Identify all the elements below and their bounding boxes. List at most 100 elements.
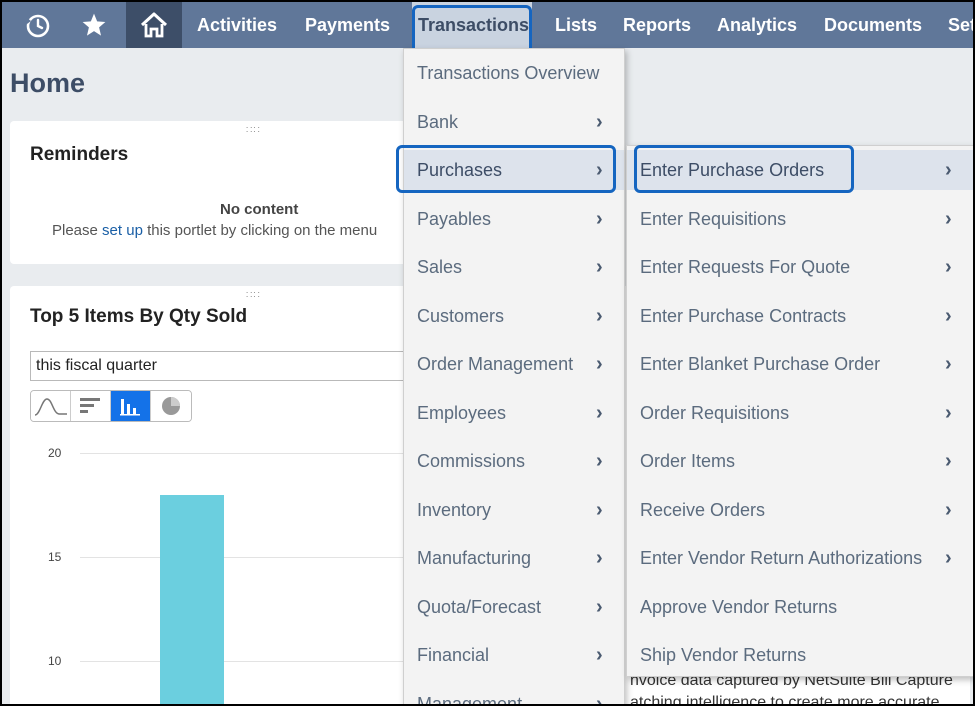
chevron-right-icon: › xyxy=(945,498,952,521)
bar-chart-button[interactable] xyxy=(71,391,111,421)
purchases-submenu-item[interactable]: Receive Orders › xyxy=(627,490,973,530)
nav-setup[interactable]: Set xyxy=(948,2,973,48)
chevron-right-icon: › xyxy=(596,547,603,569)
column-chart-button[interactable] xyxy=(111,391,151,421)
transactions-menu-item[interactable]: Transactions Overview xyxy=(404,53,624,93)
transactions-menu-item-label: Sales xyxy=(417,257,463,277)
transactions-menu-item[interactable]: Order Management › xyxy=(404,344,624,384)
transactions-menu-item-label: Employees xyxy=(417,402,507,423)
transactions-menu-item[interactable]: Payables › xyxy=(404,199,624,239)
nav-payments[interactable]: Payments xyxy=(305,2,390,48)
page-title: Home xyxy=(10,68,86,98)
pie-chart-icon xyxy=(162,397,180,415)
y-tick-label: 15 xyxy=(48,550,62,564)
purchases-submenu-item-label: Enter Requisitions xyxy=(640,208,787,229)
nav-analytics[interactable]: Analytics xyxy=(717,2,797,48)
chevron-right-icon: › xyxy=(945,304,952,327)
nav-documents[interactable]: Documents xyxy=(824,2,922,48)
chevron-right-icon: › xyxy=(596,353,603,375)
drag-handle[interactable]: ∷∷ xyxy=(246,125,261,136)
purchases-submenu-item-label: Order Requisitions xyxy=(640,402,790,423)
top-nav-bar: Activities Payments Transactions Lists R… xyxy=(2,2,973,48)
chevron-right-icon: › xyxy=(596,692,603,706)
transactions-menu-item-label: Payables xyxy=(417,208,492,229)
purchases-submenu-item-label: Enter Purchase Orders xyxy=(640,160,825,180)
line-chart-icon xyxy=(34,398,67,416)
transactions-menu-item[interactable]: Bank › xyxy=(404,102,624,142)
chevron-right-icon: › xyxy=(945,401,952,424)
recent-records-icon[interactable] xyxy=(14,2,62,48)
chevron-right-icon: › xyxy=(596,595,603,618)
purchases-submenu-item[interactable]: Order Items › xyxy=(627,441,973,481)
transactions-menu-item-label: Purchases xyxy=(417,160,503,180)
transactions-menu-item[interactable]: Sales › xyxy=(404,247,624,287)
purchases-submenu-item[interactable]: Enter Requests For Quote › xyxy=(627,247,973,287)
purchases-submenu-item[interactable]: Enter Purchase Contracts › xyxy=(627,296,973,336)
chevron-right-icon: › xyxy=(596,304,603,327)
transactions-menu-item[interactable]: Management › xyxy=(404,684,624,706)
chevron-right-icon: › xyxy=(945,547,952,569)
chevron-right-icon: › xyxy=(945,353,952,375)
nav-transactions[interactable]: Transactions xyxy=(412,2,532,48)
transactions-menu-item[interactable]: Customers › xyxy=(404,296,624,336)
chevron-right-icon: › xyxy=(945,207,952,230)
top-items-title: Top 5 Items By Qty Sold xyxy=(30,306,248,327)
purchases-submenu-item[interactable]: Approve Vendor Returns xyxy=(627,587,973,627)
transactions-menu-item[interactable]: Manufacturing › xyxy=(404,538,624,578)
y-tick-label: 20 xyxy=(48,446,62,460)
pie-chart-button[interactable] xyxy=(151,391,191,421)
transactions-menu-item[interactable]: Quota/Forecast › xyxy=(404,587,624,627)
app-window: Activities Payments Transactions Lists R… xyxy=(0,0,975,706)
transactions-menu-item[interactable]: Employees › xyxy=(404,393,624,433)
y-tick-label: 10 xyxy=(48,654,62,668)
purchases-submenu-item-label: Enter Vendor Return Authorizations xyxy=(640,548,923,568)
home-icon[interactable] xyxy=(126,2,182,48)
purchases-submenu-item[interactable]: Order Requisitions › xyxy=(627,393,973,433)
transactions-menu-item-label: Customers xyxy=(417,305,505,326)
nav-activities[interactable]: Activities xyxy=(197,2,277,48)
gridline xyxy=(80,661,420,662)
chevron-right-icon: › xyxy=(596,110,603,133)
transactions-menu-item[interactable]: Financial › xyxy=(404,635,624,675)
reminders-title: Reminders xyxy=(30,144,129,165)
set-up-link[interactable]: set up xyxy=(102,222,143,239)
bar-chart-icon xyxy=(79,398,100,413)
purchases-submenu-item[interactable]: Enter Purchase Orders › xyxy=(627,150,973,190)
purchases-submenu: Enter Purchase Orders › Enter Requisitions… xyxy=(626,145,973,677)
purchases-submenu-item[interactable]: Enter Requisitions › xyxy=(627,199,973,239)
transactions-menu-item[interactable]: Inventory › xyxy=(404,490,624,530)
star-icon[interactable] xyxy=(70,2,118,48)
bottom-text-line-2: atching intelligence to create more accu… xyxy=(630,694,940,706)
drag-handle[interactable]: ∷∷ xyxy=(246,290,261,301)
nav-lists[interactable]: Lists xyxy=(555,2,597,48)
transactions-menu-item-label: Commissions xyxy=(417,451,526,471)
transactions-menu-item-label: Inventory xyxy=(417,499,492,520)
transactions-menu-item-label: Management xyxy=(417,693,523,706)
period-select[interactable]: this fiscal quarter xyxy=(30,351,430,381)
purchases-submenu-item[interactable]: Enter Vendor Return Authorizations › xyxy=(627,538,973,578)
transactions-menu-item[interactable]: Commissions › xyxy=(404,441,624,481)
gridline xyxy=(80,453,420,454)
line-chart-button[interactable] xyxy=(31,391,71,421)
transactions-menu: Transactions Overview Bank › Purchases › Paya… xyxy=(403,48,625,706)
message-prefix: Please xyxy=(52,222,103,239)
chevron-right-icon: › xyxy=(596,401,603,424)
nav-reports[interactable]: Reports xyxy=(623,2,691,48)
purchases-submenu-item[interactable]: Enter Blanket Purchase Order › xyxy=(627,344,973,384)
purchases-submenu-item-label: Order Items xyxy=(640,451,736,471)
chevron-right-icon: › xyxy=(596,450,603,472)
transactions-menu-item-label: Quota/Forecast xyxy=(417,596,542,617)
chevron-right-icon: › xyxy=(596,498,603,521)
chevron-right-icon: › xyxy=(945,159,952,181)
transactions-menu-item-label: Financial xyxy=(417,645,490,665)
transactions-menu-item[interactable]: Purchases › xyxy=(404,150,624,190)
chevron-right-icon: › xyxy=(945,256,952,278)
chevron-right-icon: › xyxy=(596,207,603,230)
purchases-submenu-item-label: Receive Orders xyxy=(640,499,766,520)
chart-bar[interactable] xyxy=(160,494,224,704)
column-chart-icon xyxy=(119,399,140,416)
transactions-menu-item-label: Bank xyxy=(417,111,459,132)
purchases-submenu-item[interactable]: Ship Vendor Returns xyxy=(627,635,973,675)
chart-type-toggle xyxy=(30,390,192,422)
chevron-right-icon: › xyxy=(596,644,603,666)
